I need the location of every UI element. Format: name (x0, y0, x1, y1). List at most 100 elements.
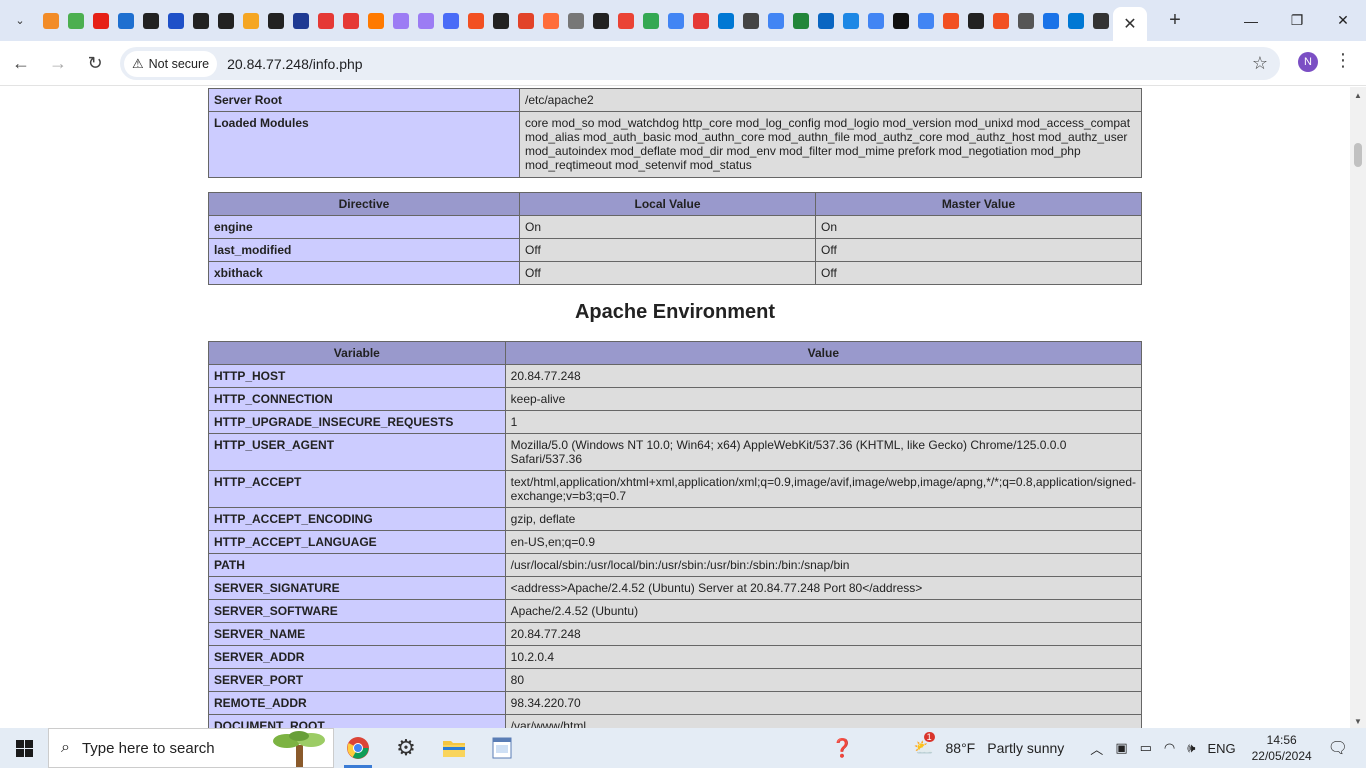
pinned-tab[interactable] (638, 0, 663, 41)
pinned-tab[interactable] (588, 0, 613, 41)
taskbar-file-explorer[interactable] (430, 728, 478, 768)
close-window-button[interactable]: ✕ (1320, 0, 1366, 41)
clock[interactable]: 14:56 22/05/2024 (1252, 732, 1312, 764)
table-row: engine On On (208, 215, 1142, 239)
pinned-tab[interactable] (163, 0, 188, 41)
row-value: /etc/apache2 (519, 88, 1142, 112)
volume-icon[interactable]: 🕪 (1187, 740, 1195, 756)
favicon-icon (342, 12, 359, 29)
url-text[interactable]: 20.84.77.248/info.php (227, 56, 362, 72)
pinned-tab[interactable] (138, 0, 163, 41)
weather-widget[interactable]: ⛅ 1 (914, 732, 935, 758)
site-info-chip[interactable]: ⚠ Not secure (124, 50, 218, 77)
table-row: SERVER_NAME 20.84.77.248 (208, 622, 1143, 646)
taskbar-search[interactable]: ⌕ Type here to search (48, 728, 334, 768)
pinned-tab[interactable] (413, 0, 438, 41)
pinned-tab[interactable] (863, 0, 888, 41)
search-icon: ⌕ (61, 739, 70, 756)
column-header: Variable (208, 341, 506, 365)
browser-toolbar: ← → ↻ ⚠ Not secure 20.84.77.248/info.php… (0, 41, 1366, 86)
pinned-tab[interactable] (938, 0, 963, 41)
favicon-icon (92, 12, 109, 29)
pinned-tab[interactable] (238, 0, 263, 41)
pinned-tab[interactable] (38, 0, 63, 41)
pinned-tab[interactable] (913, 0, 938, 41)
pinned-tab[interactable] (538, 0, 563, 41)
wifi-icon[interactable]: ◠ (1164, 740, 1175, 756)
page-scrollbar[interactable]: ▲ ▼ (1350, 87, 1366, 728)
pinned-tab[interactable] (113, 0, 138, 41)
variable-name: HTTP_CONNECTION (208, 387, 506, 411)
chevron-up-icon[interactable]: ︿ (1090, 739, 1103, 758)
pinned-tab[interactable] (488, 0, 513, 41)
pinned-tab[interactable] (613, 0, 638, 41)
pinned-tab[interactable] (813, 0, 838, 41)
variable-name: SERVER_ADDR (208, 645, 506, 669)
taskbar-chrome[interactable] (334, 728, 382, 768)
pinned-tab[interactable] (388, 0, 413, 41)
pinned-tab[interactable] (213, 0, 238, 41)
taskbar-settings[interactable]: ⚙ (382, 728, 430, 768)
pinned-tab[interactable] (1013, 0, 1038, 41)
profile-avatar[interactable]: N (1298, 52, 1318, 72)
table-row: HTTP_HOST 20.84.77.248 (208, 364, 1143, 388)
language-indicator[interactable]: ENG (1207, 741, 1235, 756)
pinned-tab[interactable] (313, 0, 338, 41)
battery-icon[interactable]: ▭ (1140, 740, 1152, 756)
tab-search-button[interactable]: ⌄ (8, 9, 32, 33)
variable-value: 1 (504, 410, 1143, 434)
minimize-button[interactable]: — (1228, 0, 1274, 41)
column-header: Directive (208, 192, 520, 216)
pinned-tab[interactable] (763, 0, 788, 41)
pinned-tab[interactable] (663, 0, 688, 41)
pinned-tab[interactable] (963, 0, 988, 41)
pinned-tab[interactable] (713, 0, 738, 41)
favicon-icon (517, 12, 534, 29)
restore-button[interactable]: ❐ (1274, 0, 1320, 41)
pinned-tab[interactable] (1038, 0, 1063, 41)
pinned-tab[interactable] (263, 0, 288, 41)
taskbar-app[interactable] (478, 728, 526, 768)
pinned-tab[interactable] (188, 0, 213, 41)
pinned-tab[interactable] (288, 0, 313, 41)
active-tab[interactable]: ✕ (1113, 7, 1147, 41)
forward-button[interactable]: → (42, 47, 74, 79)
camera-icon[interactable]: ▣ (1115, 740, 1127, 756)
reload-button[interactable]: ↻ (79, 47, 111, 79)
address-bar[interactable]: ⚠ Not secure 20.84.77.248/info.php ☆ (120, 47, 1280, 80)
pinned-tab[interactable] (838, 0, 863, 41)
favicon-icon (317, 12, 334, 29)
variable-name: REMOTE_ADDR (208, 691, 506, 715)
pinned-tab[interactable] (563, 0, 588, 41)
favicon-icon (767, 12, 784, 29)
pinned-tab[interactable] (888, 0, 913, 41)
scrollbar-thumb[interactable] (1354, 143, 1362, 167)
pinned-tab[interactable] (1063, 0, 1088, 41)
pinned-tab[interactable] (788, 0, 813, 41)
pinned-tab[interactable] (1088, 0, 1113, 41)
environment-rows: HTTP_HOST 20.84.77.248 HTTP_CONNECTION keep… (208, 364, 1143, 728)
pinned-tab[interactable] (688, 0, 713, 41)
pinned-tab[interactable] (463, 0, 488, 41)
favicon-icon (792, 12, 809, 29)
notifications-icon[interactable]: 🗨 (1328, 738, 1348, 758)
help-icon[interactable]: ❓ (831, 738, 853, 759)
pinned-tab[interactable] (88, 0, 113, 41)
pinned-tab[interactable] (513, 0, 538, 41)
browser-menu-icon[interactable]: ⋮ (1334, 50, 1352, 71)
bookmark-star-icon[interactable]: ☆ (1252, 53, 1268, 74)
favicon-icon (292, 12, 309, 29)
new-tab-button[interactable]: + (1161, 7, 1189, 35)
close-tab-icon[interactable]: ✕ (1123, 14, 1136, 34)
table-row: HTTP_ACCEPT_ENCODING gzip, deflate (208, 507, 1143, 531)
start-button[interactable] (0, 728, 48, 768)
scroll-up-icon[interactable]: ▲ (1354, 91, 1362, 100)
back-button[interactable]: ← (5, 47, 37, 79)
scroll-down-icon[interactable]: ▼ (1354, 717, 1362, 726)
pinned-tab[interactable] (363, 0, 388, 41)
pinned-tab[interactable] (438, 0, 463, 41)
pinned-tab[interactable] (63, 0, 88, 41)
pinned-tab[interactable] (338, 0, 363, 41)
pinned-tab[interactable] (988, 0, 1013, 41)
pinned-tab[interactable] (738, 0, 763, 41)
